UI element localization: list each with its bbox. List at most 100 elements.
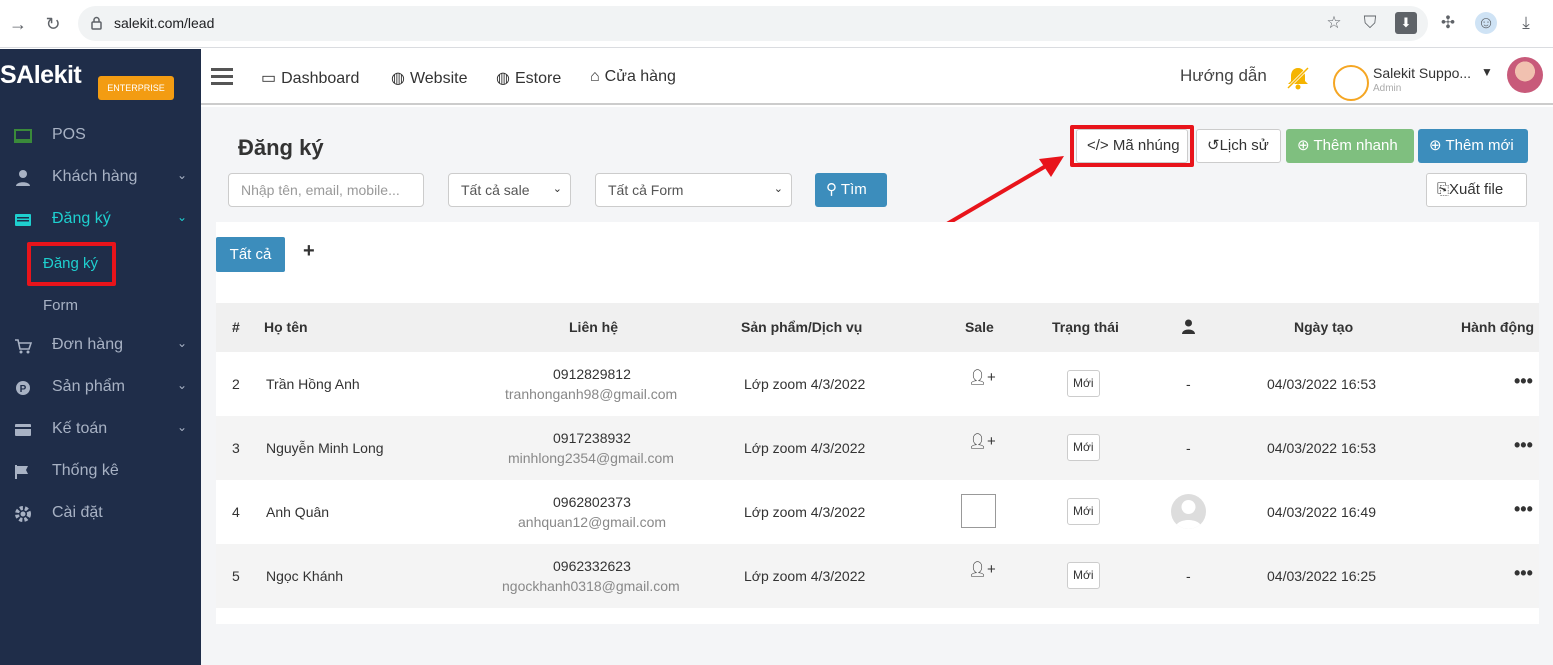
nav-dashboard[interactable]: ▭ Dashboard bbox=[261, 68, 359, 88]
sidebar-item-settings[interactable]: Cài đặt bbox=[0, 493, 201, 535]
assign-user-icon[interactable]: 👤︎+ bbox=[968, 432, 996, 450]
bell-slash-icon[interactable] bbox=[1284, 64, 1312, 92]
plus-circle-icon: ⊕ bbox=[1297, 137, 1310, 154]
table-row[interactable]: 3 Nguyễn Minh Long 0917238932 minhlong23… bbox=[216, 416, 1539, 480]
page-title: Đăng ký bbox=[238, 135, 324, 160]
user-icon bbox=[16, 170, 30, 186]
plus-circle-icon: ⊕ bbox=[1429, 137, 1442, 154]
col-created: Ngày tạo bbox=[1294, 319, 1354, 335]
sidebar-item-label: Sản phẩm bbox=[52, 378, 125, 395]
sidebar-item-label: POS bbox=[52, 126, 86, 143]
assign-user-icon[interactable]: 👤︎+ bbox=[968, 368, 996, 386]
assign-user-icon[interactable]: 👤︎+ bbox=[968, 560, 996, 578]
download-icon[interactable]: ⤓ bbox=[1515, 12, 1537, 34]
status-badge[interactable]: Mới bbox=[1067, 370, 1100, 397]
avatar[interactable] bbox=[1507, 57, 1543, 93]
quick-add-button[interactable]: ⊕ Thêm nhanh bbox=[1286, 129, 1414, 163]
sidebar-item-registrations[interactable]: Đăng ký ⌄ bbox=[0, 199, 201, 241]
nav-website[interactable]: ◍ Website bbox=[391, 68, 467, 88]
sidebar-item-products[interactable]: P Sản phẩm ⌄ bbox=[0, 367, 201, 409]
highlight-box bbox=[1070, 125, 1194, 167]
hamburger-menu-icon[interactable] bbox=[211, 68, 233, 86]
chevron-down-icon: ⌄ bbox=[773, 183, 783, 195]
globe-icon: ◍ bbox=[496, 70, 510, 87]
chevron-down-icon: ⌄ bbox=[177, 420, 188, 434]
sidebar-item-label: Đăng ký bbox=[52, 210, 111, 227]
forward-icon[interactable]: → bbox=[6, 12, 30, 36]
export-file-button[interactable]: ⎘Xuất file bbox=[1426, 173, 1527, 207]
table-row[interactable]: 5 Ngọc Khánh 0962332623 ngockhanh0318@gm… bbox=[216, 544, 1539, 608]
search-icon: ⚲ bbox=[826, 181, 837, 198]
download-badge-icon[interactable]: ⬇ bbox=[1395, 12, 1417, 34]
col-actions: Hành động bbox=[1461, 319, 1535, 335]
add-tab-icon[interactable]: + bbox=[303, 240, 315, 263]
flag-icon bbox=[15, 465, 28, 479]
sidebar-item-label: Đơn hàng bbox=[52, 336, 123, 353]
nav-estore[interactable]: ◍ Estore bbox=[496, 68, 561, 88]
table-row[interactable]: 4 Anh Quân 0962802373 anhquan12@gmail.co… bbox=[216, 480, 1539, 544]
col-status: Trạng thái bbox=[1052, 319, 1119, 335]
profile-icon[interactable]: ☺ bbox=[1475, 12, 1497, 34]
avatar bbox=[1171, 494, 1206, 529]
user-menu[interactable]: Salekit Suppo... Admin ▼ bbox=[1331, 61, 1496, 101]
tab-all[interactable]: Tất cả bbox=[216, 237, 285, 272]
sidebar-item-label: Cài đặt bbox=[52, 504, 103, 521]
credit-card-icon bbox=[15, 424, 31, 436]
user-icon bbox=[1182, 319, 1195, 334]
sidebar-item-accounting[interactable]: Kế toán ⌄ bbox=[0, 409, 201, 451]
search-input[interactable]: Nhập tên, email, mobile... bbox=[228, 173, 424, 207]
chevron-down-icon: ⌄ bbox=[177, 168, 188, 182]
table-row[interactable]: 2 Trần Hồng Anh 0912829812 tranhonganh98… bbox=[216, 352, 1539, 416]
sidebar-item-customers[interactable]: Khách hàng ⌄ bbox=[0, 157, 201, 199]
history-button[interactable]: ↺Lịch sử bbox=[1196, 129, 1281, 163]
top-navbar: ▭ Dashboard ◍ Website ◍ Estore ⌂ Cửa hàng Hư… bbox=[201, 49, 1553, 105]
add-new-button[interactable]: ⊕ Thêm mới bbox=[1418, 129, 1528, 163]
main-content: Đăng ký Nhập tên, email, mobile... Tất c… bbox=[201, 107, 1553, 665]
chevron-down-icon: ⌄ bbox=[177, 336, 188, 350]
chevron-down-icon: ⌄ bbox=[552, 183, 562, 195]
more-actions-icon[interactable]: ••• bbox=[1514, 564, 1533, 582]
shop-logo-icon bbox=[1333, 65, 1369, 101]
logo-text: SAlekit bbox=[0, 61, 82, 89]
globe-icon: ◍ bbox=[391, 70, 405, 87]
table-header: # Họ tên Liên hệ Sản phẩm/Dịch vụ Sale T… bbox=[216, 303, 1539, 352]
reload-icon[interactable]: ↻ bbox=[41, 12, 65, 36]
lock-icon bbox=[91, 16, 102, 30]
list-icon bbox=[15, 214, 31, 226]
more-actions-icon[interactable]: ••• bbox=[1514, 436, 1533, 454]
status-badge[interactable]: Mới bbox=[1067, 562, 1100, 589]
sale-avatar-image[interactable] bbox=[961, 494, 996, 528]
status-badge[interactable]: Mới bbox=[1067, 498, 1100, 525]
file-export-icon: ⎘ bbox=[1437, 181, 1450, 198]
caret-down-icon: ▼ bbox=[1481, 65, 1493, 79]
col-number: # bbox=[232, 319, 240, 335]
help-link[interactable]: Hướng dẫn bbox=[1180, 66, 1267, 86]
more-actions-icon[interactable]: ••• bbox=[1514, 372, 1533, 390]
gear-icon bbox=[15, 506, 31, 522]
history-icon: ↺ bbox=[1207, 137, 1220, 154]
sidebar-item-label: Khách hàng bbox=[52, 168, 138, 185]
extensions-icon[interactable]: ✣ bbox=[1437, 12, 1459, 34]
more-actions-icon[interactable]: ••• bbox=[1514, 500, 1533, 518]
pos-icon bbox=[14, 129, 32, 143]
sidebar-subitem-form[interactable]: Form bbox=[43, 297, 78, 314]
sidebar-item-pos[interactable]: POS bbox=[0, 115, 201, 157]
sidebar-item-orders[interactable]: Đơn hàng ⌄ bbox=[0, 325, 201, 367]
form-filter-select[interactable]: Tất cả Form ⌄ bbox=[595, 173, 792, 207]
status-badge[interactable]: Mới bbox=[1067, 434, 1100, 461]
sidebar-item-statistics[interactable]: Thống kê bbox=[0, 451, 201, 493]
leads-panel: Tất cả + # Họ tên Liên hệ Sản phẩm/Dịch … bbox=[216, 222, 1539, 624]
user-role: Admin bbox=[1373, 83, 1402, 94]
sale-filter-select[interactable]: Tất cả sale ⌄ bbox=[448, 173, 571, 207]
cart-icon bbox=[15, 339, 32, 354]
nav-store[interactable]: ⌂ Cửa hàng bbox=[590, 68, 676, 86]
browser-toolbar: → ↻ salekit.com/lead ☆ ⛉ ⬇ ✣ ☺ ⤓ bbox=[0, 0, 1553, 48]
star-icon[interactable]: ☆ bbox=[1323, 12, 1345, 34]
enterprise-badge: ENTERPRISE bbox=[98, 76, 174, 100]
sidebar: SAlekit ENTERPRISE POS Khách hàng ⌄ Đăng… bbox=[0, 49, 201, 665]
col-contact: Liên hệ bbox=[569, 319, 619, 335]
store-icon: ⌂ bbox=[590, 68, 600, 85]
shield-icon[interactable]: ⛉ bbox=[1359, 12, 1381, 34]
address-bar[interactable]: salekit.com/lead bbox=[78, 6, 1428, 41]
sidebar-item-label: Thống kê bbox=[52, 462, 119, 479]
